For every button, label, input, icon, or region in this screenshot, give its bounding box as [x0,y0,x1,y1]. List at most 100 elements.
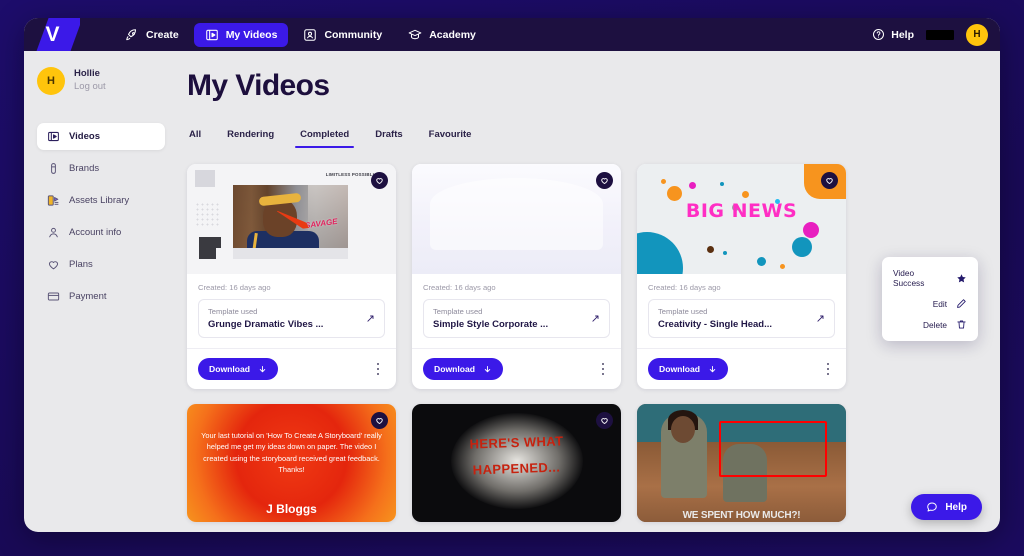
favourite-button[interactable] [371,412,388,429]
template-label: Template used [433,307,483,316]
video-card[interactable]: Your last tutorial on 'How To Create A S… [187,404,396,522]
nav-label-my-videos: My Videos [225,28,278,41]
help-widget-label: Help [945,501,967,513]
video-thumbnail[interactable]: WE SPENT HOW MUCH?! [637,404,846,522]
card-meta: Created: 16 days ago Template used Creat… [637,274,846,338]
tab-completed[interactable]: Completed [295,129,355,148]
video-thumbnail[interactable]: LIMITLESS POSSIBLI SAVAGE [187,164,396,274]
thumb-quote-text: Your last tutorial on 'How To Create A S… [201,431,382,475]
card-context-menu: Video Success Edit Delete [882,257,978,341]
assets-library-icon [47,195,59,206]
favourite-button[interactable] [821,172,838,189]
download-label: Download [209,364,251,374]
nav-item-create[interactable]: Create [114,23,190,47]
help-link[interactable]: Help [872,28,914,41]
template-box[interactable]: Template used Simple Style Corporate ...… [423,299,610,338]
nav-item-community[interactable]: Community [292,23,393,47]
video-card[interactable]: HERE'S WHAT HAPPENED... [412,404,621,522]
context-menu-item-delete[interactable]: Delete [882,314,978,335]
sidebar-label-brands: Brands [69,163,100,174]
download-button[interactable]: Download [648,358,729,380]
sidebar-item-account-info[interactable]: Account info [37,219,165,246]
external-link-icon[interactable]: ↗ [366,312,375,325]
help-circle-icon [873,29,885,40]
context-menu-item-edit[interactable]: Edit [882,293,978,314]
brand-icon [51,163,56,174]
card-menu-button[interactable] [821,360,835,378]
card-menu-button[interactable] [596,360,610,378]
video-box-icon [48,131,59,142]
thumb-author-text: J Bloggs [266,502,317,516]
download-label: Download [434,364,476,374]
sidebar-label-videos: Videos [69,131,100,142]
thumb-block-shape [199,237,221,259]
avatar-top[interactable]: H [966,23,988,46]
tab-all[interactable]: All [189,129,201,148]
thumb-caption: LIMITLESS POSSIBLI [325,172,374,177]
screen: V Create My Videos Community Academy Hel… [0,0,1024,556]
external-link-icon[interactable]: ↗ [816,312,825,325]
sidebar-item-plans[interactable]: Plans [37,251,165,278]
thumb-title-text: BIG NEWS [685,200,798,222]
video-thumbnail[interactable]: HERE'S WHAT HAPPENED... [412,404,621,522]
filter-tabs: All Rendering Completed Drafts Favourite [187,129,980,148]
template-name: Grunge Dramatic Vibes ... [208,319,324,330]
favourite-button[interactable] [596,172,613,189]
video-card[interactable]: WE SPENT HOW MUCH?! [637,404,846,522]
profile-name: Hollie [74,68,100,80]
tab-drafts[interactable]: Drafts [375,129,402,148]
video-card[interactable]: Created: 16 days ago Template used Simpl… [412,164,621,389]
card-meta: Created: 16 days ago Template used Grung… [187,274,396,338]
video-card-grid: LIMITLESS POSSIBLI SAVAGE Created: 16 da… [187,164,980,522]
logo-letter: V [45,23,59,46]
favourite-button[interactable] [371,172,388,189]
thumb-dot [707,246,714,253]
sidebar-item-assets-library[interactable]: Assets Library [37,187,165,214]
template-text: Template used Simple Style Corporate ... [433,307,548,330]
sidebar-item-payment[interactable]: Payment [37,283,165,310]
sidebar-profile: H Hollie Log out [37,67,165,95]
community-icon [304,28,317,41]
thumb-lower-bar [233,248,348,259]
logout-link[interactable]: Log out [74,81,106,94]
tab-rendering[interactable]: Rendering [227,129,274,148]
template-text: Template used Grunge Dramatic Vibes ... [208,307,323,330]
app-logo[interactable]: V [24,18,80,51]
heart-icon [376,178,383,184]
sidebar-item-brands[interactable]: Brands [37,155,165,182]
card-menu-button[interactable] [371,360,385,378]
video-thumbnail[interactable]: BIG NEWS [637,164,846,274]
trash-icon [957,320,966,329]
context-menu-title-label: Video Success [893,268,925,288]
context-menu-title: Video Success [882,263,978,293]
nav-label-community: Community [324,28,383,41]
user-icon [49,227,58,238]
external-link-icon[interactable]: ↗ [591,312,600,325]
nav-item-my-videos[interactable]: My Videos [193,22,289,47]
tab-favourite[interactable]: Favourite [429,129,472,148]
help-widget-button[interactable]: Help [911,494,982,520]
video-card[interactable]: BIG NEWS Created: 16 days ago Template u… [637,164,846,389]
redacted-field [926,29,954,40]
star-icon [957,273,966,282]
video-card[interactable]: LIMITLESS POSSIBLI SAVAGE Created: 16 da… [187,164,396,389]
download-button[interactable]: Download [198,358,279,380]
template-box[interactable]: Template used Grunge Dramatic Vibes ... … [198,299,385,338]
download-button[interactable]: Download [423,358,504,380]
favourite-button[interactable] [596,412,613,429]
download-arrow-icon [259,365,266,372]
sidebar-nav: Videos Brands Assets Library Account inf… [37,123,165,310]
sidebar-item-videos[interactable]: Videos [37,123,165,150]
video-thumbnail[interactable] [412,164,621,274]
video-thumbnail[interactable]: Your last tutorial on 'How To Create A S… [187,404,396,522]
page-body: H Hollie Log out Videos Brands Assets Li… [24,51,1000,532]
thumb-person-2 [723,444,767,502]
template-box[interactable]: Template used Creativity - Single Head..… [648,299,835,338]
template-label: Template used [208,307,258,316]
download-arrow-icon [709,365,716,372]
top-nav-right: Help H [872,18,988,51]
template-name: Simple Style Corporate ... [433,319,549,330]
nav-item-academy[interactable]: Academy [397,23,487,47]
sidebar-label-plans: Plans [69,259,93,270]
card-meta: Created: 16 days ago Template used Simpl… [412,274,621,338]
